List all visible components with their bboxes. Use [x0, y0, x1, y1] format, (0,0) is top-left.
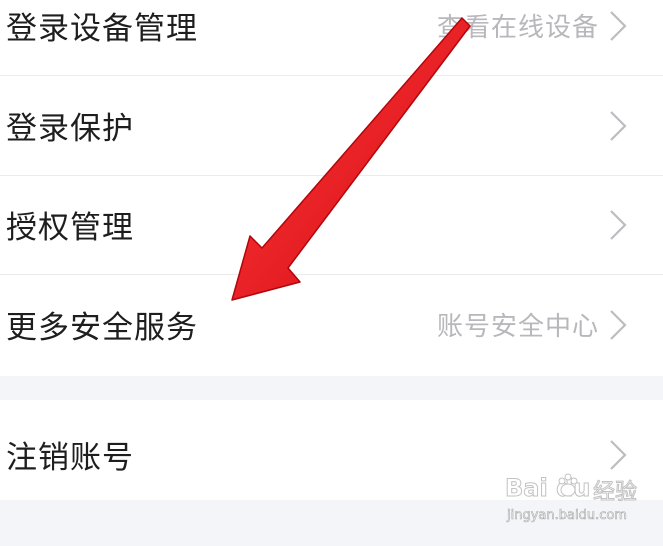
row-label: 登录设备管理 [6, 11, 198, 47]
chevron-right-icon [610, 209, 627, 240]
cancel-account-row[interactable]: 注销账号 [0, 405, 663, 504]
row-label: 注销账号 [6, 440, 134, 476]
row-label: 登录保护 [6, 111, 134, 147]
login-device-management-row[interactable]: 登录设备管理 查看在线设备 [0, 0, 663, 75]
chevron-right-icon [610, 309, 627, 340]
chevron-right-icon [610, 110, 627, 141]
more-security-services-row[interactable]: 更多安全服务 账号安全中心 [0, 275, 663, 374]
watermark-url: jingyan.baidu.com [507, 508, 628, 524]
chevron-right-icon [610, 439, 627, 470]
chevron-right-icon [610, 10, 627, 41]
login-protection-row[interactable]: 登录保护 [0, 76, 663, 175]
security-settings-group: 登录设备管理 查看在线设备 登录保护 授权管理 更多安全服务 账号安全中心 [0, 0, 663, 376]
row-value: 查看在线设备 [436, 13, 599, 43]
row-value: 账号安全中心 [436, 312, 599, 342]
row-label: 更多安全服务 [6, 310, 198, 346]
account-cancel-group: 注销账号 [0, 400, 663, 500]
authorization-management-row[interactable]: 授权管理 [0, 175, 663, 274]
row-label: 授权管理 [6, 210, 134, 246]
